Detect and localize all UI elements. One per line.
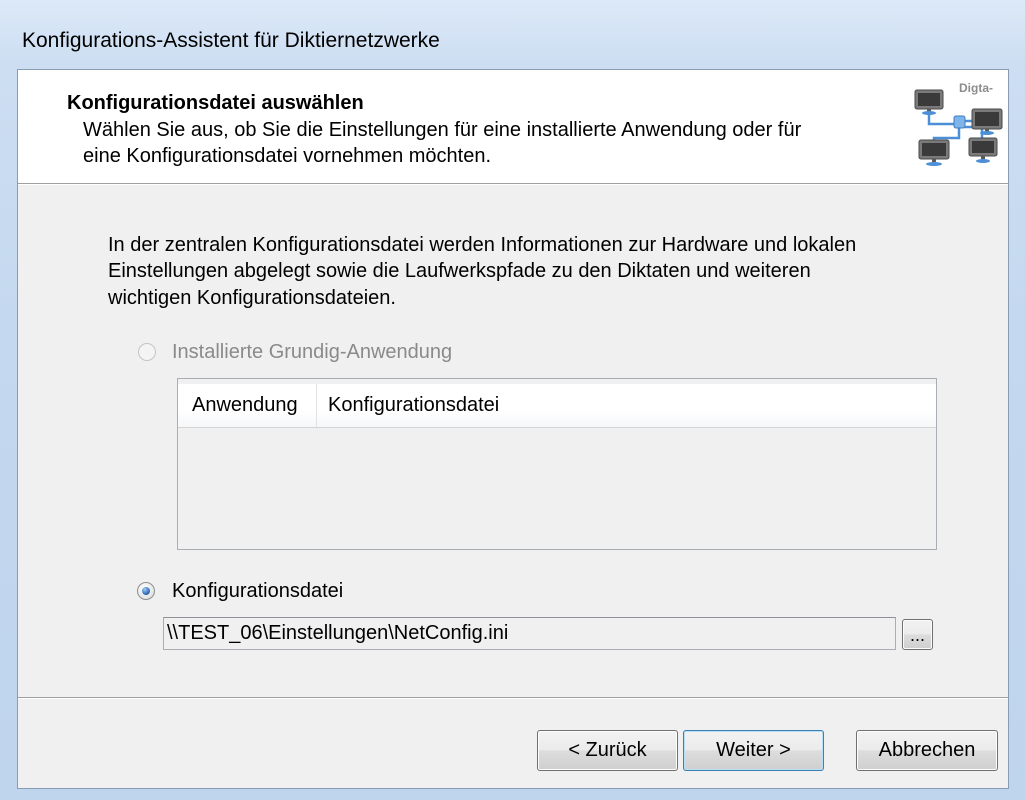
description-line-3: wichtigen Konfigurationsdateien. (108, 287, 396, 309)
network-computers-icon: Digta- (914, 81, 1003, 166)
logo-text: Digta- (959, 81, 993, 95)
cancel-button[interactable]: Abbrechen (856, 730, 998, 771)
configuration-file-path-field[interactable] (163, 617, 896, 650)
monitor-icon (914, 89, 944, 115)
page-subtitle-line-1: Wählen Sie aus, ob Sie die Einstellungen… (83, 119, 802, 141)
configuration-file-radio[interactable] (137, 582, 155, 600)
description-line-2: Einstellungen abgelegt sowie die Laufwer… (108, 260, 811, 282)
next-button[interactable]: Weiter > (683, 730, 824, 771)
page-subtitle-line-2: eine Konfigurationsdatei vornehmen möcht… (83, 145, 492, 167)
installed-application-radio[interactable] (138, 343, 156, 361)
monitor-icon (968, 137, 998, 163)
description-line-1: In der zentralen Konfigurationsdatei wer… (108, 234, 857, 256)
page-title: Konfigurationsdatei auswählen (67, 92, 364, 114)
wizard-window: Konfigurations-Assistent für Diktiernetz… (0, 0, 1025, 800)
option-configuration-file[interactable]: Konfigurationsdatei (137, 578, 417, 604)
monitor-icon (918, 139, 950, 166)
footer-separator (18, 697, 1008, 698)
network-hub-icon (953, 115, 966, 129)
application-list-header: Anwendung Konfigurationsdatei (178, 384, 936, 428)
option-installed-application[interactable]: Installierte Grundig-Anwendung (137, 339, 497, 365)
back-button[interactable]: < Zurück (537, 730, 678, 771)
window-title: Konfigurations-Assistent für Diktiernetz… (22, 29, 440, 52)
radio-selected-dot (142, 587, 150, 595)
browse-button[interactable]: ... (902, 619, 933, 650)
installed-application-label: Installierte Grundig-Anwendung (172, 341, 453, 363)
configuration-file-label: Konfigurationsdatei (172, 580, 344, 602)
wizard-header: Konfigurationsdatei auswählen Wählen Sie… (18, 70, 1008, 184)
column-header-konfigurationsdatei[interactable]: Konfigurationsdatei (317, 384, 936, 427)
monitor-icon (971, 108, 1003, 135)
column-header-anwendung[interactable]: Anwendung (178, 384, 317, 427)
application-list[interactable]: Anwendung Konfigurationsdatei (177, 378, 937, 550)
dialog-client-area: Konfigurationsdatei auswählen Wählen Sie… (17, 69, 1009, 789)
